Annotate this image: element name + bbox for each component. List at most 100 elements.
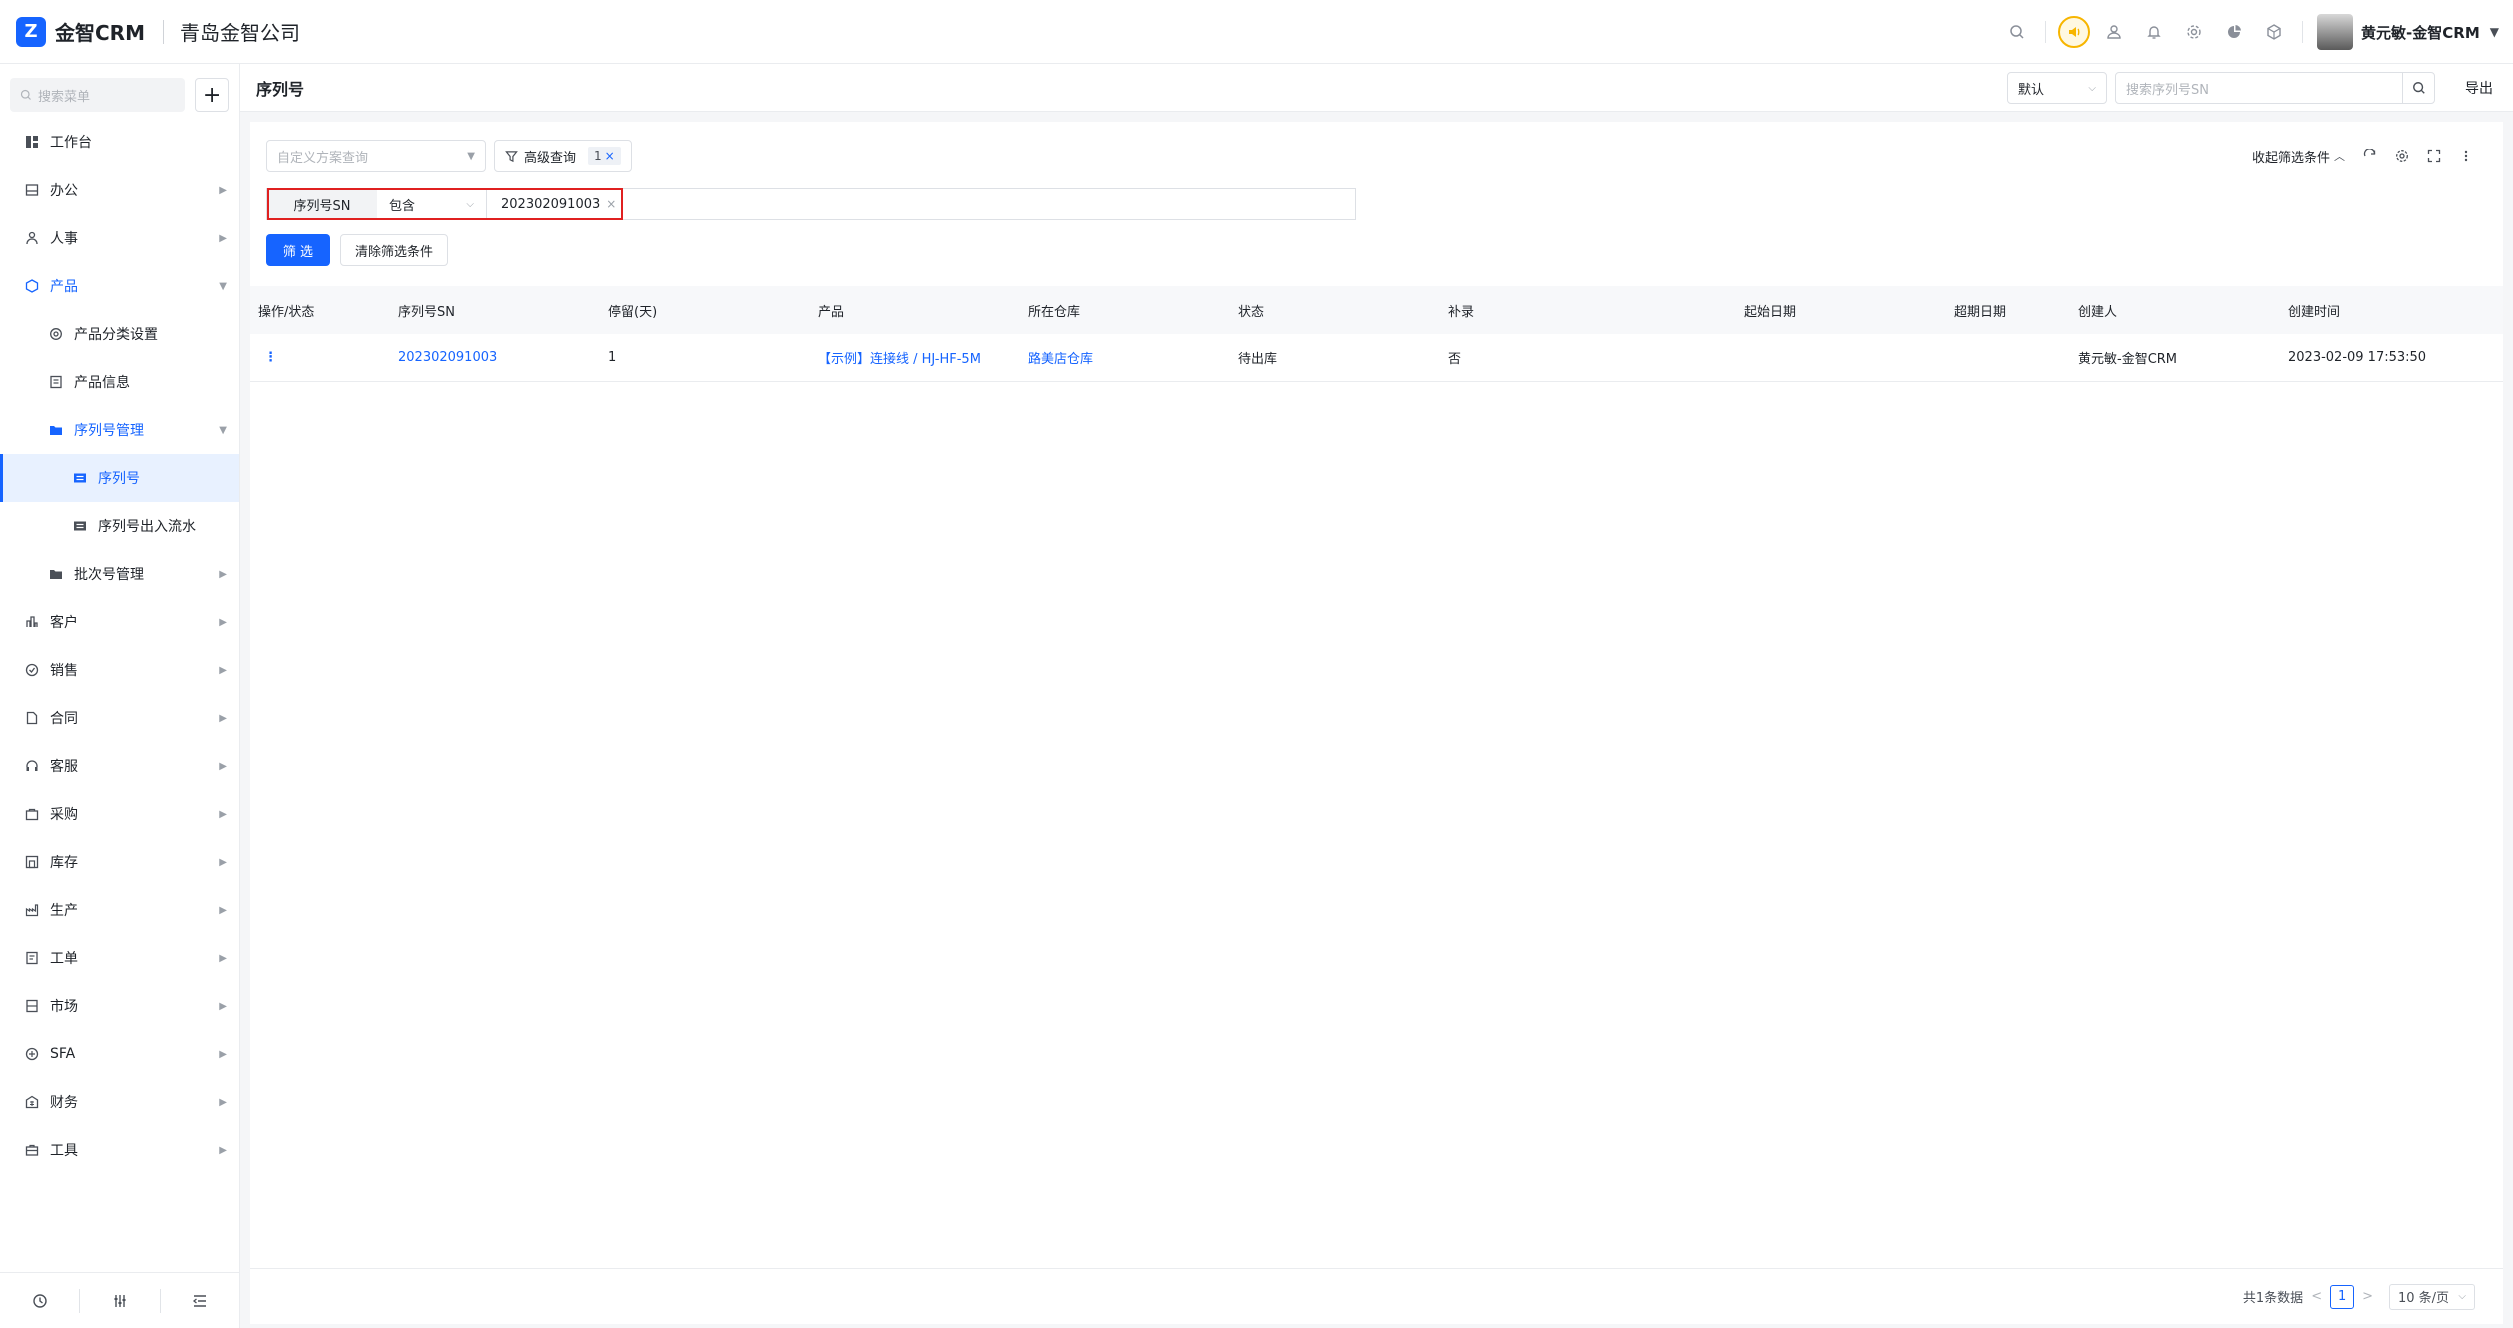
sidebar-item-production[interactable]: 生产 ▶ bbox=[0, 886, 239, 934]
export-button[interactable]: 导出 bbox=[2465, 78, 2493, 98]
table-row[interactable]: ⋮ 202302091003 1 【示例】连接线 / HJ-HF-5M 路美店仓… bbox=[250, 334, 2503, 382]
sidebar-item-label: 人事 bbox=[50, 231, 78, 247]
page-number[interactable]: 1 bbox=[2330, 1284, 2355, 1309]
sidebar-item-hr[interactable]: 人事 ▶ bbox=[0, 214, 239, 262]
chevron-right-icon: ▶ bbox=[219, 712, 227, 724]
clear-filters-button[interactable]: 清除筛选条件 bbox=[340, 234, 449, 266]
close-icon[interactable]: × bbox=[605, 149, 615, 163]
content-panel: 自定义方案查询 ▼ 高级查询 1 × 收起筛选条件 ︿ 序列号SN 包含 ⌵ 2… bbox=[250, 122, 2503, 1324]
history-icon[interactable] bbox=[0, 1289, 79, 1313]
chevron-up-icon[interactable]: ︿ bbox=[2334, 148, 2345, 164]
chevron-left-icon[interactable]: < bbox=[2311, 1289, 2322, 1304]
filter-button[interactable]: 筛 选 bbox=[266, 234, 330, 266]
sidebar-item-product-category[interactable]: 产品分类设置 bbox=[0, 310, 239, 358]
sidebar-item-serial[interactable]: 序列号 bbox=[0, 454, 239, 502]
column-header[interactable]: 补录 bbox=[1440, 301, 1650, 320]
user-name[interactable]: 黄元敏-金智CRM bbox=[2361, 22, 2480, 43]
column-header[interactable]: 停留(天) bbox=[600, 301, 810, 320]
filter-condition-row[interactable]: 序列号SN 包含 ⌵ 202302091003 × bbox=[266, 188, 1356, 220]
brand-logo-icon[interactable]: Z bbox=[16, 16, 46, 47]
sidebar-item-market[interactable]: 市场 ▶ bbox=[0, 982, 239, 1030]
menu-search-input[interactable]: 搜索菜单 bbox=[10, 78, 186, 112]
cube-icon[interactable] bbox=[2254, 0, 2294, 64]
market-icon bbox=[24, 998, 40, 1014]
avatar[interactable] bbox=[2317, 14, 2354, 50]
sidebar-item-batch-management[interactable]: 批次号管理 ▶ bbox=[0, 550, 239, 598]
search-icon[interactable] bbox=[2402, 73, 2434, 103]
sn-link[interactable]: 202302091003 bbox=[390, 350, 600, 365]
chevron-down-icon[interactable]: ▼ bbox=[2490, 25, 2499, 39]
sidebar-item-workorder[interactable]: 工单 ▶ bbox=[0, 934, 239, 982]
sidebar-item-serial-management[interactable]: 序列号管理 ▼ bbox=[0, 406, 239, 454]
sidebar-item-service[interactable]: 客服 ▶ bbox=[0, 742, 239, 790]
warehouse-link[interactable]: 路美店仓库 bbox=[1020, 348, 1230, 367]
column-header[interactable]: 操作/状态 bbox=[250, 301, 390, 320]
sidebar-item-customer[interactable]: 客户 ▶ bbox=[0, 598, 239, 646]
bell-icon[interactable] bbox=[2134, 0, 2174, 64]
filter-toolbar: 自定义方案查询 ▼ 高级查询 1 × bbox=[266, 140, 632, 172]
add-menu-button[interactable]: + bbox=[195, 78, 229, 112]
column-header[interactable]: 序列号SN bbox=[390, 301, 600, 320]
divider bbox=[2045, 21, 2047, 43]
product-link[interactable]: 【示例】连接线 / HJ-HF-5M bbox=[810, 348, 1020, 367]
row-actions-menu-icon[interactable]: ⋮ bbox=[250, 350, 390, 365]
sidebar-item-tools[interactable]: 工具 ▶ bbox=[0, 1126, 239, 1174]
sidebar-item-dashboard[interactable]: 工作台 bbox=[0, 118, 239, 166]
office-icon bbox=[24, 182, 40, 198]
scheme-select[interactable]: 自定义方案查询 ▼ bbox=[266, 140, 486, 172]
top-bar: Z 金智CRM 青岛金智公司 黄元敏-金智CRM ▼ bbox=[0, 0, 2513, 64]
sidebar-item-serial-flow[interactable]: 序列号出入流水 bbox=[0, 502, 239, 550]
sidebar-item-finance[interactable]: 财务 ▶ bbox=[0, 1078, 239, 1126]
sidebar-item-label: 市场 bbox=[50, 999, 78, 1015]
advanced-query-button[interactable]: 高级查询 1 × bbox=[494, 140, 632, 172]
sn-search-input[interactable]: 搜索序列号SN bbox=[2115, 72, 2435, 104]
page-header: 序列号 默认 ⌵ 搜索序列号SN 导出 bbox=[240, 64, 2513, 112]
column-header[interactable]: 起始日期 bbox=[1650, 301, 1860, 320]
column-header[interactable]: 状态 bbox=[1230, 301, 1440, 320]
search-icon[interactable] bbox=[1997, 0, 2037, 64]
more-vertical-icon[interactable] bbox=[2459, 149, 2473, 163]
view-select[interactable]: 默认 ⌵ bbox=[2007, 72, 2107, 104]
refresh-icon[interactable] bbox=[2363, 149, 2377, 163]
advanced-count-badge[interactable]: 1 × bbox=[588, 147, 621, 165]
condition-field[interactable]: 序列号SN bbox=[267, 189, 377, 219]
sidebar-item-label: 工作台 bbox=[50, 135, 92, 151]
settings-icon[interactable] bbox=[2395, 149, 2409, 163]
workorder-icon bbox=[24, 950, 40, 966]
column-header[interactable]: 产品 bbox=[810, 301, 1020, 320]
collapse-filters-link[interactable]: 收起筛选条件 bbox=[2252, 147, 2330, 166]
header-actions: 默认 ⌵ 搜索序列号SN 导出 bbox=[2007, 64, 2513, 112]
sidebar-item-sfa[interactable]: SFA ▶ bbox=[0, 1030, 239, 1078]
column-header[interactable]: 创建人 bbox=[2070, 301, 2280, 320]
contacts-icon[interactable] bbox=[2094, 0, 2134, 64]
sidebar-item-sales[interactable]: 销售 ▶ bbox=[0, 646, 239, 694]
sidebar-item-inventory[interactable]: 库存 ▶ bbox=[0, 838, 239, 886]
column-header[interactable]: 创建时间 bbox=[2280, 301, 2490, 320]
condition-value-tag[interactable]: 202302091003 × bbox=[487, 197, 616, 212]
sidebar-item-product-info[interactable]: 产品信息 bbox=[0, 358, 239, 406]
search-icon bbox=[20, 89, 31, 100]
production-icon bbox=[24, 902, 40, 918]
collapse-menu-icon[interactable] bbox=[159, 1288, 240, 1313]
chevron-down-icon: ▼ bbox=[219, 280, 227, 292]
company-name[interactable]: 青岛金智公司 bbox=[180, 17, 300, 46]
close-icon[interactable]: × bbox=[606, 197, 616, 211]
divider bbox=[2302, 21, 2304, 43]
scheme-placeholder: 自定义方案查询 bbox=[277, 150, 369, 166]
chevron-right-icon: ▶ bbox=[219, 1096, 227, 1108]
column-header[interactable]: 所在仓库 bbox=[1020, 301, 1230, 320]
gear-icon[interactable] bbox=[2174, 0, 2214, 64]
condition-operator-select[interactable]: 包含 ⌵ bbox=[377, 189, 487, 219]
sidebar-item-office[interactable]: 办公 ▶ bbox=[0, 166, 239, 214]
sliders-icon[interactable] bbox=[79, 1288, 159, 1313]
pie-chart-icon[interactable] bbox=[2214, 0, 2254, 64]
fullscreen-icon[interactable] bbox=[2427, 149, 2441, 163]
page-size-select[interactable]: 10 条/页 ⌵ bbox=[2389, 1283, 2475, 1310]
sidebar-item-product[interactable]: 产品 ▼ bbox=[0, 262, 239, 310]
announcement-icon[interactable] bbox=[2058, 16, 2091, 48]
chevron-right-icon[interactable]: > bbox=[2362, 1289, 2373, 1304]
sidebar-item-purchase[interactable]: 采购 ▶ bbox=[0, 790, 239, 838]
inventory-icon bbox=[24, 854, 40, 870]
sidebar-item-contract[interactable]: 合同 ▶ bbox=[0, 694, 239, 742]
column-header[interactable]: 超期日期 bbox=[1860, 301, 2070, 320]
